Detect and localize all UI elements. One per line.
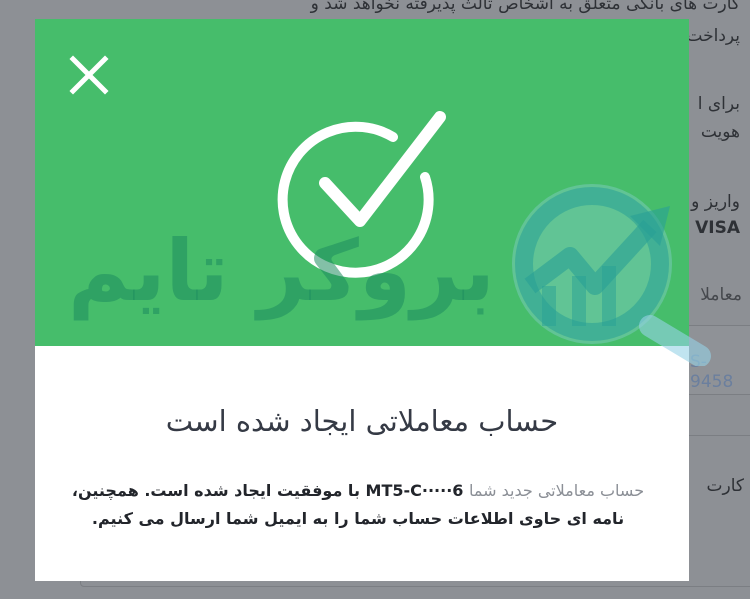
card-select-label: کارت: [706, 476, 745, 496]
close-button[interactable]: [67, 53, 111, 97]
background-text: پرداخت: [686, 26, 740, 46]
modal-body: حساب معاملاتی ایجاد شده است حساب معاملات…: [35, 346, 689, 581]
background-text: هویت: [700, 122, 740, 142]
background-text: کارت های بانکی متعلق به اشخاص ثالث پذیرف…: [310, 0, 740, 14]
close-icon: [69, 55, 109, 95]
message-prefix: حساب معاملاتی جدید شما: [468, 481, 645, 500]
modal-title: حساب معاملاتی ایجاد شده است: [165, 404, 559, 438]
modal-message: حساب معاملاتی جدید شما MT5-C·····6 با مو…: [65, 477, 651, 533]
background-text: برای ا: [697, 94, 740, 114]
watermark-text: بروکر تایم: [68, 222, 495, 320]
growth-chart-magnifier-logo: [512, 184, 711, 366]
account-number: MT5-C·····6: [365, 481, 464, 500]
